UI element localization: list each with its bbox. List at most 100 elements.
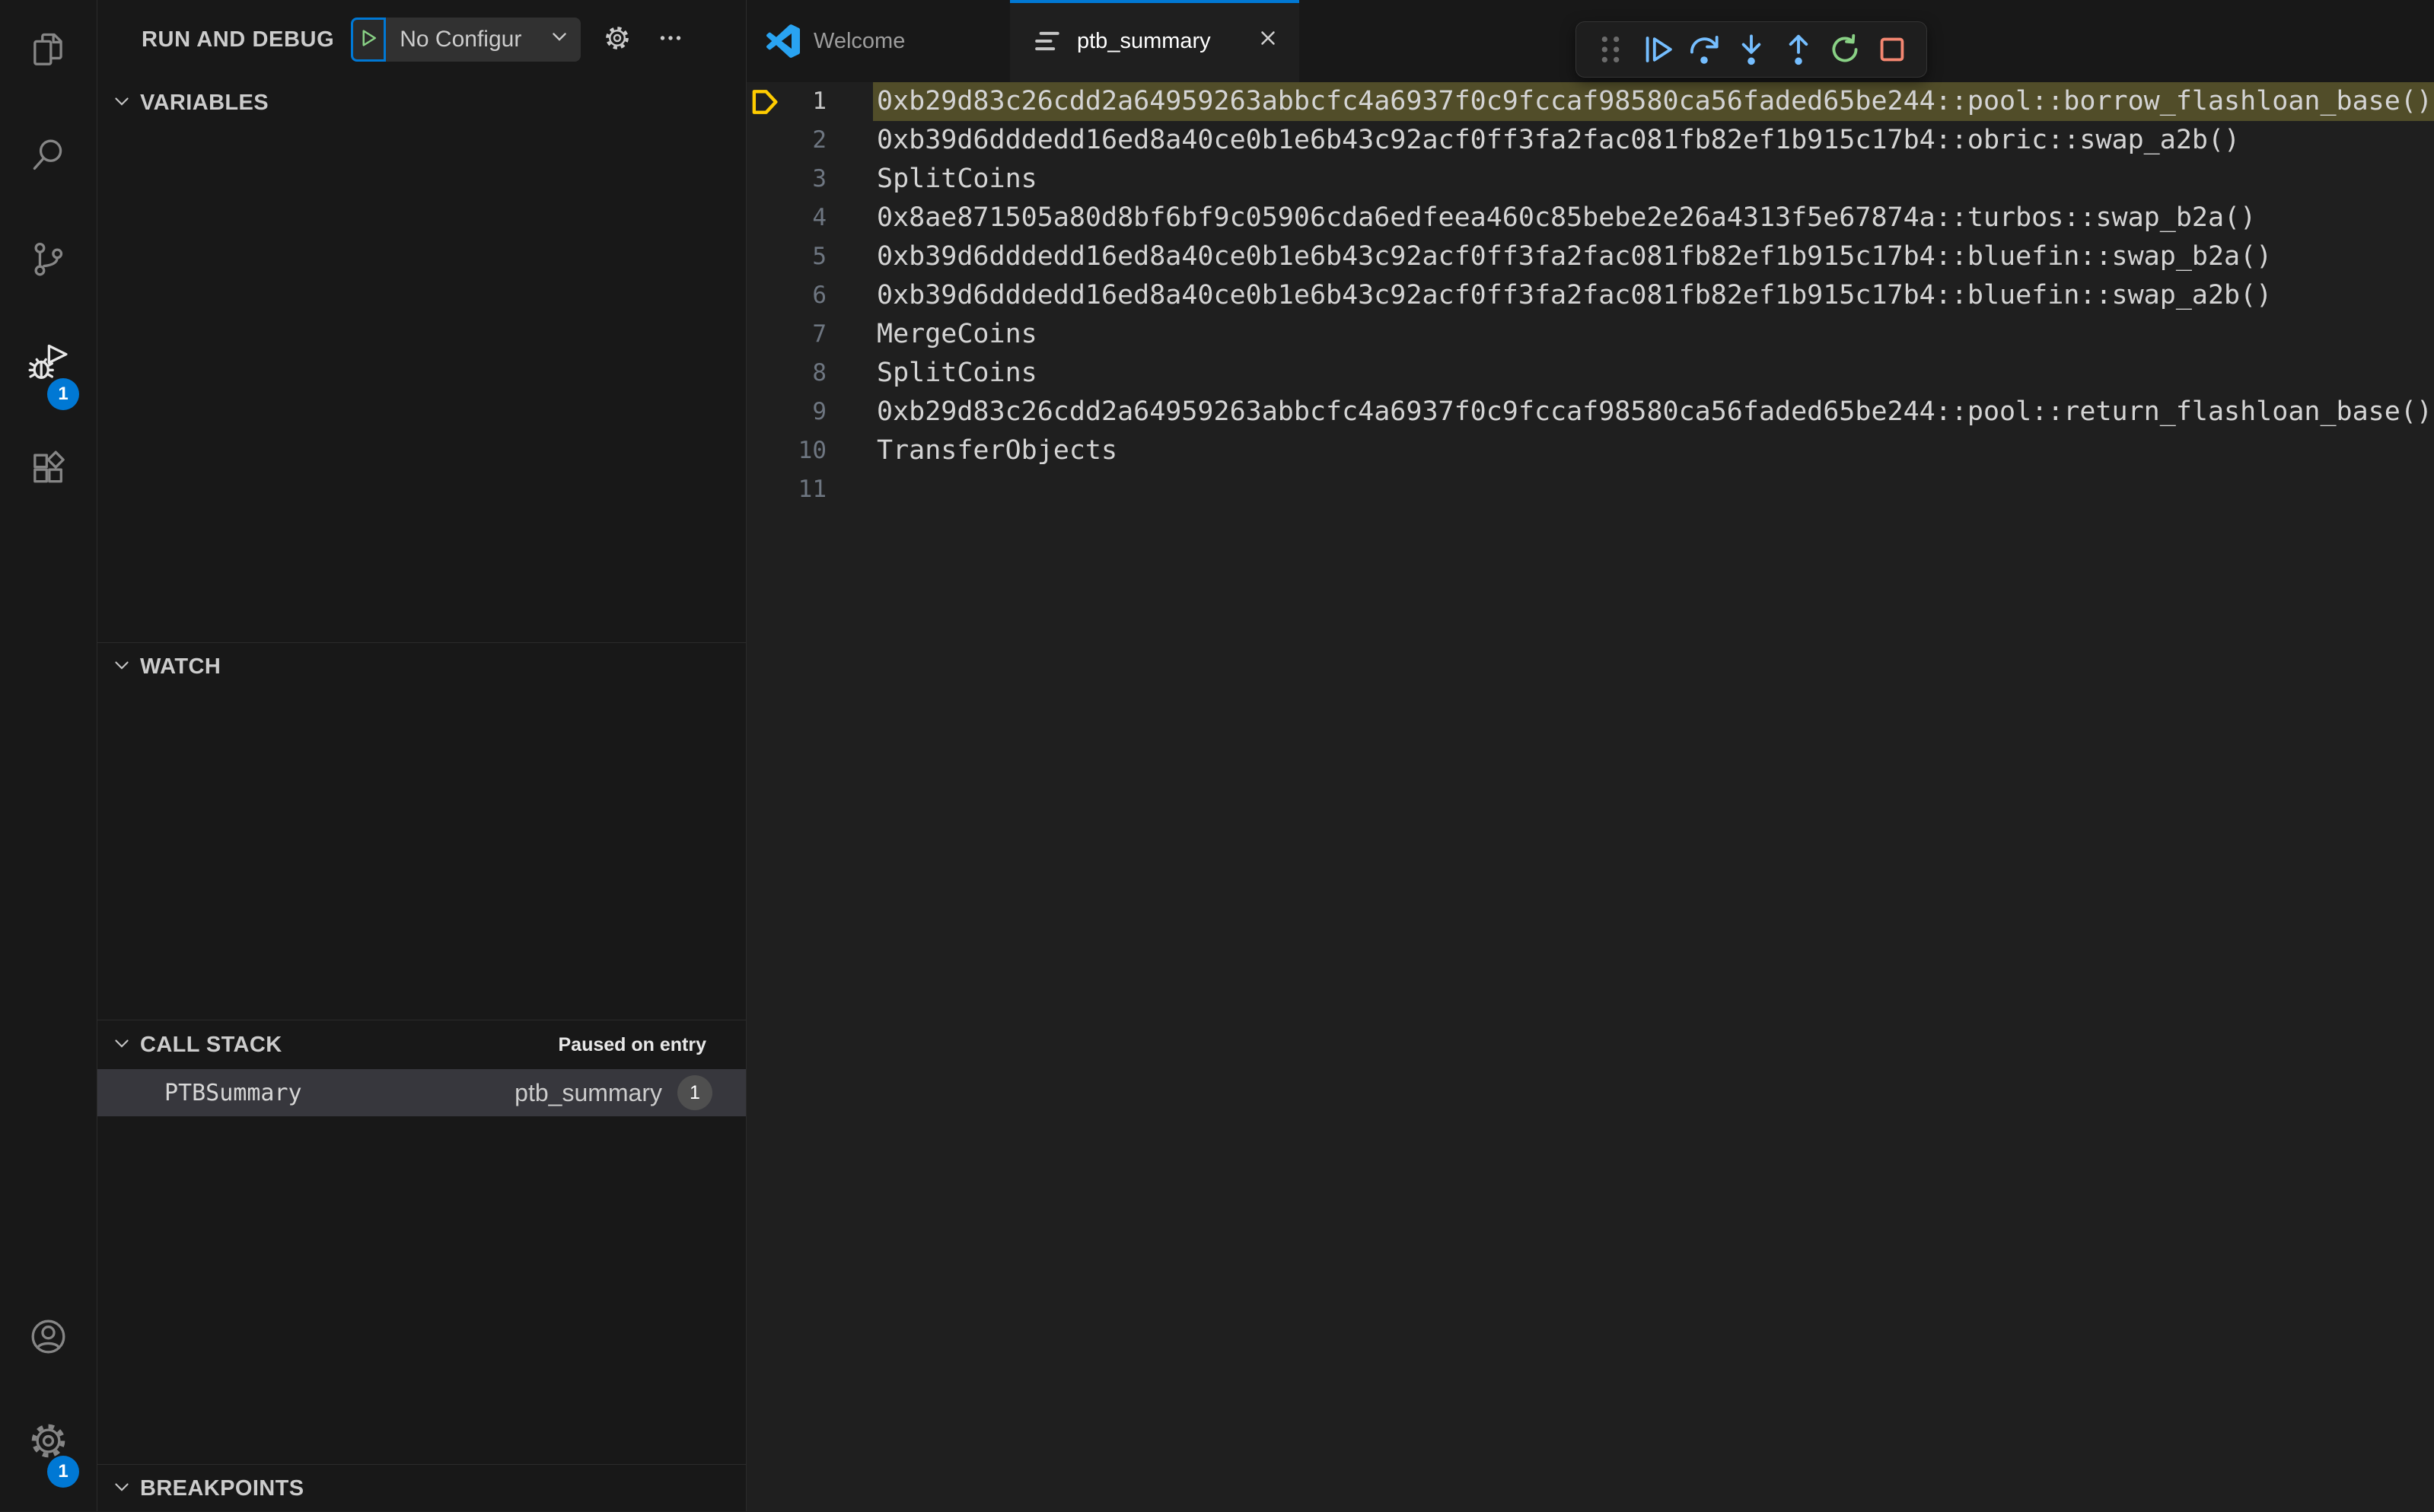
chevron-down-icon [549,26,570,53]
glyph-margin[interactable] [747,431,792,470]
line-number: 3 [812,165,827,193]
code-line: 7 MergeCoins [747,315,2434,354]
files-icon [28,30,68,75]
breakpoints-pane-header[interactable]: BREAKPOINTS [97,1465,746,1512]
line-number: 6 [812,282,827,309]
line-number: 8 [812,359,827,387]
pause-status-text: Paused on entry [558,1033,707,1055]
code-line: 5 0xb39d6dddedd16ed8a40ce0b1e6b43c92acf0f… [747,237,2434,276]
code-text[interactable] [873,470,2434,509]
debug-config-dropdown[interactable]: No Configur [386,18,581,62]
frame-line-badge: 1 [677,1075,712,1110]
code-text[interactable]: 0xb29d83c26cdd2a64959263abbcfc4a6937f0c9… [873,393,2434,431]
activity-bar: 1 1 [0,0,97,1511]
line-number: 7 [812,320,827,348]
line-number: 2 [812,126,827,154]
code-line: 2 0xb39d6dddedd16ed8a40ce0b1e6b43c92acf0f… [747,121,2434,160]
settings-badge: 1 [47,1456,79,1488]
watch-pane-title: WATCH [140,654,221,679]
vscode-logo-icon [766,24,800,58]
code-line: 8 SplitCoins [747,354,2434,393]
editor-region: Welcome ptb_summary 1 0xb29d83c26cdd2a64… [747,0,2434,1511]
activity-bar-bottom: 1 [0,1286,97,1494]
start-debug-button[interactable] [351,18,387,62]
chevron-down-icon [111,1476,132,1501]
activity-item-search[interactable] [0,104,97,208]
glyph-margin[interactable] [747,470,792,509]
code-text[interactable]: 0xb39d6dddedd16ed8a40ce0b1e6b43c92acf0ff… [873,121,2434,160]
code-text[interactable]: MergeCoins [873,315,2434,354]
activity-item-accounts[interactable] [0,1286,97,1390]
more-actions-icon[interactable] [657,24,684,56]
variables-pane: VARIABLES [97,79,746,642]
code-line: 4 0x8ae871505a80d8bf6bf9c05906cda6edfeea4… [747,199,2434,237]
line-number: 10 [798,437,827,464]
chevron-down-icon [111,1033,132,1058]
sidebar-header-actions [604,24,684,56]
glyph-margin[interactable] [747,82,792,121]
breakpoints-pane: BREAKPOINTS [97,1464,746,1511]
code-text[interactable]: SplitCoins [873,160,2434,199]
activity-item-explorer[interactable] [0,0,97,104]
call-stack-pane: CALL STACK Paused on entry PTBSummary pt… [97,1020,746,1464]
glyph-margin[interactable] [747,354,792,393]
glyph-margin[interactable] [747,160,792,199]
frame-name: PTBSummary [164,1079,302,1106]
source-control-icon [28,239,68,283]
code-line: 9 0xb29d83c26cdd2a64959263abbcfc4a6937f0c… [747,393,2434,431]
glyph-margin[interactable] [747,237,792,276]
step-into-icon[interactable] [1732,30,1770,68]
line-number: 5 [812,243,827,270]
code-lines: 1 0xb29d83c26cdd2a64959263abbcfc4a6937f0c… [747,82,2434,509]
continue-icon[interactable] [1639,30,1677,68]
toolbar-drag-grip[interactable] [1591,30,1630,68]
glyph-margin[interactable] [747,315,792,354]
watch-pane: WATCH [97,642,746,1020]
code-text[interactable]: 0xb29d83c26cdd2a64959263abbcfc4a6937f0c9… [873,82,2434,121]
code-line: 10 TransferObjects [747,431,2434,470]
activity-item-run-and-debug[interactable]: 1 [0,313,97,417]
line-number: 9 [812,398,827,425]
frame-source: ptb_summary [515,1078,662,1106]
watch-pane-header[interactable]: WATCH [97,643,746,690]
activity-item-source-control[interactable] [0,208,97,313]
code-line: 3 SplitCoins [747,160,2434,199]
close-icon[interactable] [1257,27,1279,56]
glyph-margin[interactable] [747,121,792,160]
code-text[interactable]: 0xb39d6dddedd16ed8a40ce0b1e6b43c92acf0ff… [873,237,2434,276]
stop-icon[interactable] [1873,30,1911,68]
call-stack-frame-row[interactable]: PTBSummary ptb_summary 1 [97,1069,746,1116]
code-text[interactable]: 0x8ae871505a80d8bf6bf9c05906cda6edfeea46… [873,199,2434,237]
chevron-down-icon [111,91,132,116]
code-text[interactable]: 0xb39d6dddedd16ed8a40ce0b1e6b43c92acf0ff… [873,276,2434,315]
step-out-icon[interactable] [1779,30,1818,68]
account-icon [28,1316,68,1361]
call-stack-pane-title: CALL STACK [140,1032,282,1057]
glyph-margin[interactable] [747,393,792,431]
current-line-arrow-icon [752,90,778,114]
code-line: 11 [747,470,2434,509]
glyph-margin[interactable] [747,199,792,237]
debug-badge: 1 [47,378,79,410]
code-text[interactable]: SplitCoins [873,354,2434,393]
sidebar-title: RUN AND DEBUG [142,27,335,52]
tab-label: Welcome [814,28,906,53]
glyph-margin[interactable] [747,276,792,315]
variables-pane-header[interactable]: VARIABLES [97,79,746,126]
launch-controls: No Configur [351,18,581,62]
tab-welcome[interactable]: Welcome [747,0,1010,82]
tab-label: ptb_summary [1077,28,1211,53]
code-line: 6 0xb39d6dddedd16ed8a40ce0b1e6b43c92acf0f… [747,276,2434,315]
call-stack-pane-header[interactable]: CALL STACK Paused on entry [97,1020,746,1069]
tab-ptb-summary[interactable]: ptb_summary [1010,0,1299,82]
gear-icon[interactable] [604,24,631,56]
activity-bar-top: 1 [0,0,97,521]
restart-icon[interactable] [1826,30,1864,68]
variables-pane-title: VARIABLES [140,90,269,115]
activity-item-settings[interactable]: 1 [0,1390,97,1494]
code-text[interactable]: TransferObjects [873,431,2434,470]
activity-item-extensions[interactable] [0,417,97,521]
step-over-icon[interactable] [1685,30,1723,68]
debug-toolbar [1575,21,1927,78]
line-number: 11 [798,476,827,503]
